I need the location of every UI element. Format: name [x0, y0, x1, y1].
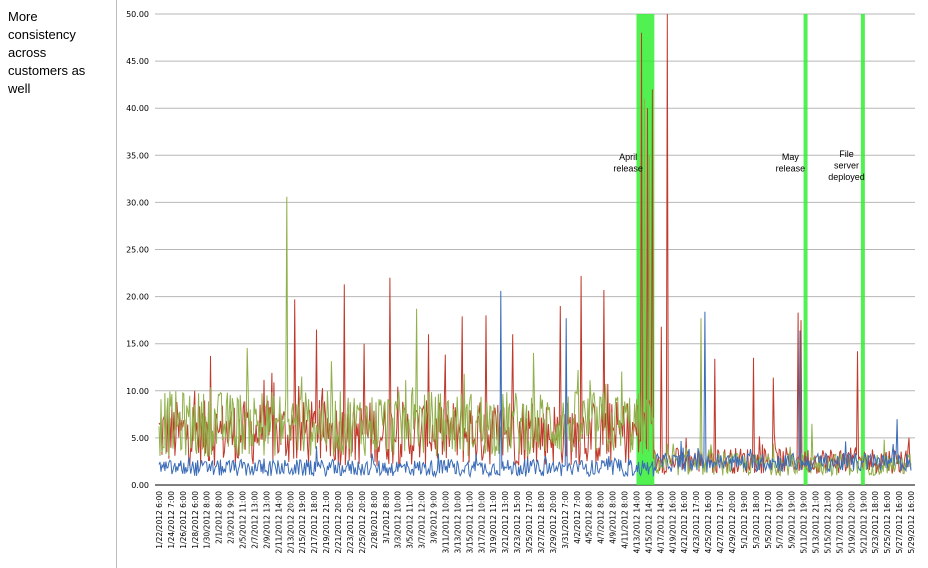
annotation-label: deployed [828, 172, 865, 182]
y-tick-label: 50.00 [126, 10, 149, 19]
x-tick-label: 1/24/2012 7:00 [167, 491, 176, 549]
side-note-line: More [8, 9, 38, 24]
x-tick-label: 5/21/2012 19:00 [859, 491, 868, 554]
x-tick-label: 5/27/2012 16:00 [895, 491, 904, 554]
y-tick-label: 10.00 [126, 387, 149, 396]
x-tick-label: 3/5/2012 11:00 [406, 491, 415, 549]
side-note-line: well [8, 81, 31, 96]
y-tick-label: 20.00 [126, 293, 149, 302]
x-tick-label: 3/23/2012 15:00 [513, 491, 522, 554]
x-tick-label: 2/21/2012 20:00 [334, 491, 343, 554]
x-tick-label: 4/2/2012 7:00 [573, 491, 582, 544]
y-tick-label: 40.00 [126, 104, 149, 113]
x-tick-label: 2/15/2012 19:00 [298, 491, 307, 554]
x-tick-label: 3/17/2012 10:00 [477, 491, 486, 554]
x-tick-label: 4/13/2012 14:00 [632, 491, 641, 554]
x-tick-label: 5/11/2012 19:00 [800, 491, 809, 554]
x-tick-label: 2/19/2012 21:00 [322, 491, 331, 554]
x-tick-label: 5/1/2012 19:00 [740, 491, 749, 549]
x-tick-label: 4/19/2012 16:00 [668, 491, 677, 554]
x-tick-label: 1/30/2012 8:00 [203, 491, 212, 549]
y-tick-label: 25.00 [126, 246, 149, 255]
x-tick-label: 3/25/2012 17:00 [525, 491, 534, 554]
side-note: More consistency across customers as wel… [8, 8, 108, 98]
x-tick-label: 3/3/2012 10:00 [394, 491, 403, 549]
chart-frame: 0.00 5.00 10.00 15.00 20.00 25.00 30.00 35.00 40… [116, 0, 928, 568]
x-tick-label: 2/7/2012 13:00 [250, 491, 259, 549]
x-tick-label: 4/17/2012 14:00 [656, 491, 665, 554]
y-tick-label: 0.00 [131, 481, 149, 490]
y-tick-label: 5.00 [131, 434, 149, 443]
x-tick-label: 5/3/2012 18:00 [752, 491, 761, 549]
release-highlight-band [803, 14, 808, 485]
x-tick-label: 4/29/2012 20:00 [728, 491, 737, 554]
annotation-label: File [839, 149, 854, 159]
x-tick-label: 2/25/2012 20:00 [358, 491, 367, 554]
x-tick-label: 5/17/2012 20:00 [835, 491, 844, 554]
line-chart: 0.00 5.00 10.00 15.00 20.00 25.00 30.00 35.00 40… [126, 10, 916, 554]
x-tick-label: 2/13/2012 20:00 [286, 491, 295, 554]
annotation-label: release [776, 164, 806, 174]
x-tick-label: 3/29/2012 20:00 [549, 491, 558, 554]
x-tick-label: 2/5/2012 11:00 [239, 491, 248, 549]
x-tick-label: 5/23/2012 18:00 [871, 491, 880, 554]
x-tick-label: 2/17/2012 18:00 [310, 491, 319, 554]
annotation-label: server [834, 161, 859, 171]
x-tick-label: 1/22/2012 6:00 [155, 491, 164, 549]
x-tick-label: 5/19/2012 20:00 [847, 491, 856, 554]
annotation-label: April [619, 152, 637, 162]
x-tick-label: 5/13/2012 21:00 [812, 491, 821, 554]
x-tick-label: 3/19/2012 11:00 [489, 491, 498, 554]
x-tick-label: 5/9/2012 19:00 [788, 491, 797, 549]
x-tick-label: 5/5/2012 17:00 [764, 491, 773, 549]
x-tick-label: 3/9/2012 9:00 [430, 491, 439, 544]
x-tick-label: 4/5/2012 8:00 [585, 491, 594, 544]
x-tick-label: 3/21/2012 13:00 [501, 491, 510, 554]
x-tick-label: 4/9/2012 8:00 [609, 491, 618, 544]
x-tick-label: 2/28/2012 8:00 [370, 491, 379, 549]
x-tick-label: 4/23/2012 17:00 [692, 491, 701, 554]
x-tick-label: 5/29/2012 16:00 [907, 491, 916, 554]
y-tick-label: 15.00 [126, 340, 149, 349]
x-tick-label: 2/9/2012 13:00 [262, 491, 271, 549]
annotation-label: release [613, 164, 643, 174]
x-tick-label: 4/25/2012 16:00 [704, 491, 713, 554]
x-tick-label: 2/11/2012 14:00 [274, 491, 283, 554]
x-tick-label: 2/3/2012 9:00 [227, 491, 236, 544]
x-tick-label: 2/1/2012 8:00 [215, 491, 224, 544]
x-tick-label: 4/27/2012 17:00 [716, 491, 725, 554]
x-tick-label: 1/26/2012 6:00 [179, 491, 188, 549]
x-tick-label: 3/11/2012 10:00 [441, 491, 450, 554]
side-note-line: across [8, 45, 47, 60]
x-tick-label: 3/15/2012 11:00 [465, 491, 474, 554]
x-tick-label: 4/7/2012 8:00 [597, 491, 606, 544]
x-tick-label: 5/25/2012 16:00 [883, 491, 892, 554]
y-tick-label: 45.00 [126, 57, 149, 66]
x-tick-label: 5/15/2012 21:00 [823, 491, 832, 554]
annotation-label: May [782, 152, 800, 162]
x-tick-label: 5/7/2012 19:00 [776, 491, 785, 549]
x-tick-label: 3/7/2012 12:00 [418, 491, 427, 549]
x-tick-label: 4/15/2012 14:00 [644, 491, 653, 554]
y-tick-label: 35.00 [126, 151, 149, 160]
side-note-line: consistency [8, 27, 76, 42]
x-tick-label: 3/13/2012 10:00 [453, 491, 462, 554]
side-note-line: customers as [8, 63, 86, 78]
x-tick-label: 3/1/2012 8:00 [382, 491, 391, 544]
x-tick-label: 3/31/2012 7:00 [561, 491, 570, 549]
release-highlight-band [860, 14, 865, 485]
y-tick-label: 30.00 [126, 198, 149, 207]
x-tick-label: 4/11/2012 8:00 [621, 491, 630, 549]
x-tick-label: 2/23/2012 20:00 [346, 491, 355, 554]
x-tick-label: 3/27/2012 18:00 [537, 491, 546, 554]
x-tick-label: 4/21/2012 16:00 [680, 491, 689, 554]
x-tick-label: 1/28/2012 6:00 [191, 491, 200, 549]
